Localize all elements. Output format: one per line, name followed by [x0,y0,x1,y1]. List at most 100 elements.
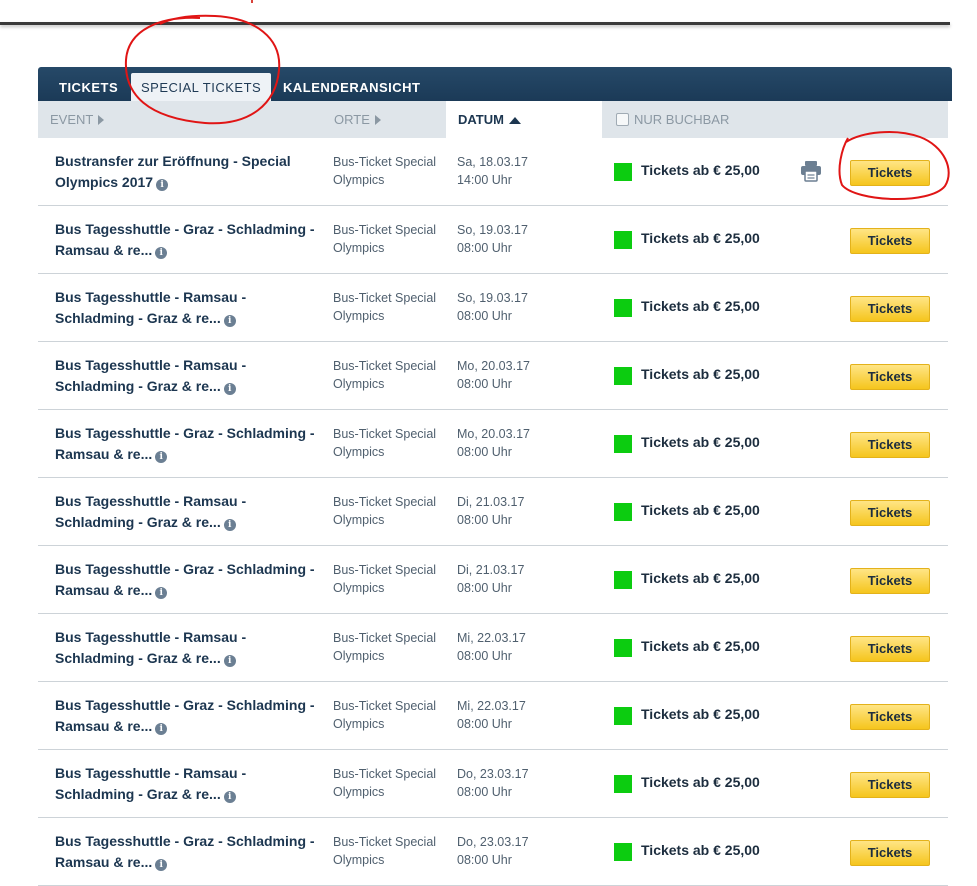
tickets-button[interactable]: Tickets [850,228,930,254]
event-time: 08:00 Uhr [457,717,512,731]
event-time: 08:00 Uhr [457,445,512,459]
availability-indicator [614,571,632,589]
venue-line-1: Bus-Ticket Special [333,155,437,169]
info-icon[interactable]: i [223,655,236,667]
venue-line-2: Olympics [333,241,385,255]
tickets-button[interactable]: Tickets [850,840,930,866]
availability-indicator [614,299,632,317]
info-icon[interactable]: i [223,383,236,395]
table-row: Bus Tagesshuttle - Graz - Schladming - R… [38,410,948,478]
event-title-text: Bus Tagesshuttle - Ramsau - Schladming -… [55,493,247,530]
date-cell: Do, 23.03.17 08:00 Uhr [457,833,577,869]
tickets-button[interactable]: Tickets [850,432,930,458]
table-row: Bustransfer zur Eröffnung - Special Olym… [38,138,948,206]
venue-line-2: Olympics [333,445,385,459]
event-title-text: Bus Tagesshuttle - Graz - Schladming - R… [55,561,315,598]
nur-buchbar-filter[interactable]: NUR BUCHBAR [616,101,729,138]
info-icon[interactable]: i [155,451,168,463]
event-title[interactable]: Bus Tagesshuttle - Ramsau - Schladming -… [55,287,325,329]
info-icon[interactable]: i [223,315,236,327]
tickets-button[interactable]: Tickets [850,636,930,662]
event-title[interactable]: Bus Tagesshuttle - Ramsau - Schladming -… [55,355,325,397]
availability-indicator [614,435,632,453]
availability-indicator [614,843,632,861]
info-icon[interactable]: i [156,179,169,191]
event-time: 08:00 Uhr [457,241,512,255]
tickets-button[interactable]: Tickets [850,772,930,798]
availability-indicator [614,367,632,385]
print-icon[interactable] [800,160,822,182]
availability-indicator [614,707,632,725]
nur-buchbar-checkbox[interactable] [616,113,629,126]
sort-datum-header[interactable]: DATUM [446,101,602,138]
availability-indicator [614,163,632,181]
venue-line-1: Bus-Ticket Special [333,563,437,577]
event-date: Sa, 18.03.17 [457,155,528,169]
info-icon[interactable]: i [155,859,168,871]
venue-cell: Bus-Ticket Special Olympics [333,425,448,461]
event-title[interactable]: Bus Tagesshuttle - Graz - Schladming - R… [55,695,325,737]
price-label: Tickets ab € 25,00 [641,366,760,382]
event-date: So, 19.03.17 [457,223,528,237]
venue-cell: Bus-Ticket Special Olympics [333,221,448,257]
price-label: Tickets ab € 25,00 [641,434,760,450]
event-title[interactable]: Bus Tagesshuttle - Graz - Schladming - R… [55,219,325,261]
table-row: Bus Tagesshuttle - Ramsau - Schladming -… [38,342,948,410]
info-icon[interactable]: i [223,791,236,803]
tab-tickets[interactable]: TICKETS [59,73,118,101]
event-date: Mo, 20.03.17 [457,359,530,373]
table-row: Bus Tagesshuttle - Graz - Schladming - R… [38,546,948,614]
event-title[interactable]: Bus Tagesshuttle - Graz - Schladming - R… [55,559,325,601]
event-date: Mi, 22.03.17 [457,699,526,713]
event-time: 08:00 Uhr [457,853,512,867]
tickets-button[interactable]: Tickets [850,500,930,526]
venue-cell: Bus-Ticket Special Olympics [333,697,448,733]
tab-bar: TICKETS SPECIAL TICKETS KALENDERANSICHT [38,67,952,101]
info-icon[interactable]: i [155,723,168,735]
event-list: Bustransfer zur Eröffnung - Special Olym… [38,138,948,886]
event-title[interactable]: Bus Tagesshuttle - Graz - Schladming - R… [55,831,325,873]
event-time: 08:00 Uhr [457,581,512,595]
event-title-text: Bus Tagesshuttle - Graz - Schladming - R… [55,425,315,462]
venue-line-1: Bus-Ticket Special [333,835,437,849]
venue-cell: Bus-Ticket Special Olympics [333,357,448,393]
sort-orte-header[interactable]: ORTE [334,101,381,138]
table-row: Bus Tagesshuttle - Graz - Schladming - R… [38,206,948,274]
venue-line-2: Olympics [333,853,385,867]
price-label: Tickets ab € 25,00 [641,638,760,654]
info-icon[interactable]: i [155,587,168,599]
event-title[interactable]: Bustransfer zur Eröffnung - Special Olym… [55,151,325,193]
sort-event-header[interactable]: EVENT [50,101,105,138]
event-title[interactable]: Bus Tagesshuttle - Ramsau - Schladming -… [55,627,325,669]
availability-indicator [614,503,632,521]
page-top-strip [0,0,977,32]
venue-cell: Bus-Ticket Special Olympics [333,765,448,801]
venue-line-1: Bus-Ticket Special [333,427,437,441]
triangle-right-icon [374,115,381,125]
availability-indicator [614,231,632,249]
tickets-button[interactable]: Tickets [850,160,930,186]
event-title-text: Bus Tagesshuttle - Ramsau - Schladming -… [55,357,247,394]
table-row: Bus Tagesshuttle - Ramsau - Schladming -… [38,614,948,682]
event-date: Di, 21.03.17 [457,563,525,577]
venue-line-2: Olympics [333,377,385,391]
tab-kalenderansicht[interactable]: KALENDERANSICHT [283,73,421,101]
triangle-up-icon [508,117,521,124]
tickets-button[interactable]: Tickets [850,704,930,730]
date-cell: So, 19.03.17 08:00 Uhr [457,289,577,325]
table-row: Bus Tagesshuttle - Ramsau - Schladming -… [38,274,948,342]
event-title[interactable]: Bus Tagesshuttle - Ramsau - Schladming -… [55,763,325,805]
tickets-button[interactable]: Tickets [850,296,930,322]
info-icon[interactable]: i [223,519,236,531]
event-title[interactable]: Bus Tagesshuttle - Graz - Schladming - R… [55,423,325,465]
venue-line-1: Bus-Ticket Special [333,699,437,713]
tab-special-tickets[interactable]: SPECIAL TICKETS [131,73,272,101]
venue-line-2: Olympics [333,581,385,595]
tickets-button[interactable]: Tickets [850,364,930,390]
tickets-button[interactable]: Tickets [850,568,930,594]
date-cell: So, 19.03.17 08:00 Uhr [457,221,577,257]
event-title[interactable]: Bus Tagesshuttle - Ramsau - Schladming -… [55,491,325,533]
info-icon[interactable]: i [155,247,168,259]
venue-line-1: Bus-Ticket Special [333,767,437,781]
datum-header-label: DATUM [458,112,504,127]
